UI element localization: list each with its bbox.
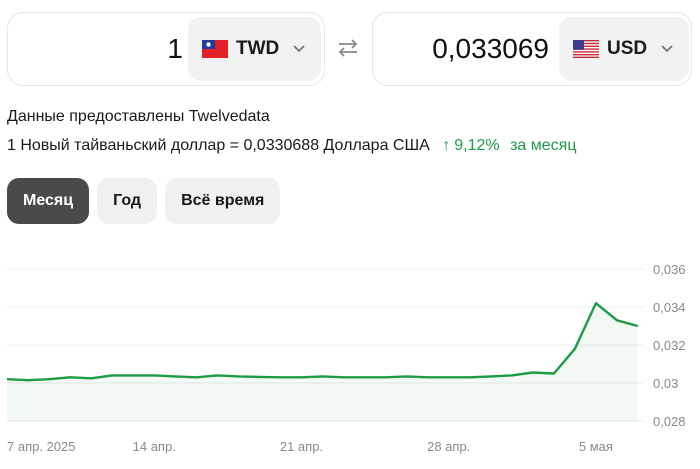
data-point: [47, 377, 51, 381]
x-tick-label: 7 апр. 2025: [7, 439, 76, 454]
data-point: [5, 377, 9, 381]
data-point: [236, 374, 240, 378]
data-point: [299, 375, 303, 379]
change-indicator: ↑ 9,12% за месяц: [442, 137, 576, 154]
from-converter: 1 TWD: [7, 12, 325, 86]
data-point: [26, 378, 30, 382]
swap-arrows-icon[interactable]: [337, 38, 359, 58]
x-tick-label: 28 апр.: [427, 439, 470, 454]
data-point: [468, 375, 472, 379]
x-tick-label: 21 апр.: [280, 439, 323, 454]
data-point: [89, 376, 93, 380]
from-amount-input[interactable]: 1: [18, 13, 183, 85]
to-currency-select[interactable]: USD: [559, 17, 689, 81]
data-point: [594, 301, 598, 305]
data-point: [68, 375, 72, 379]
data-point: [384, 375, 388, 379]
arrow-up-icon: ↑: [442, 137, 451, 154]
y-tick-label: 0,036: [653, 262, 686, 277]
from-currency-select[interactable]: TWD: [188, 17, 321, 81]
to-amount-input[interactable]: 0,033069: [383, 13, 549, 85]
data-point: [342, 375, 346, 379]
data-point: [215, 373, 219, 377]
data-point: [173, 374, 177, 378]
taiwan-flag-icon: [202, 40, 228, 58]
series-area: [7, 303, 638, 421]
period-all-time-button[interactable]: Всё время: [165, 178, 281, 224]
us-flag-icon: [573, 40, 599, 58]
data-point: [573, 347, 577, 351]
data-point: [615, 318, 619, 322]
chevron-down-icon: [661, 45, 673, 53]
data-point: [405, 374, 409, 378]
data-point: [152, 373, 156, 377]
series-line: [6, 302, 639, 382]
change-value: 9,12%: [454, 137, 500, 154]
to-converter: 0,033069 USD: [372, 12, 692, 86]
data-point: [257, 375, 261, 379]
period-year-button[interactable]: Год: [97, 178, 158, 224]
data-point: [110, 373, 114, 377]
data-point: [447, 375, 451, 379]
rate-text: 1 Новый тайваньский доллар = 0,0330688 Д…: [7, 137, 430, 154]
data-point: [321, 374, 325, 378]
data-point: [363, 375, 367, 379]
period-tabs: Месяц Год Всё время: [7, 178, 281, 224]
x-tick-label: 14 апр.: [133, 439, 176, 454]
data-point: [636, 324, 640, 328]
rate-chart: 0,036 0,034 0,032 0,03 0,028 7 апр. 2025 14 ап…: [5, 262, 686, 454]
data-point: [489, 374, 493, 378]
rate-line: 1 Новый тайваньский доллар = 0,0330688 Д…: [7, 137, 577, 155]
data-point: [552, 372, 556, 376]
data-point: [510, 373, 514, 377]
to-currency-code: USD: [607, 38, 648, 59]
data-point: [194, 375, 198, 379]
x-tick-label: 5 мая: [579, 439, 613, 454]
data-point: [426, 375, 430, 379]
data-source-text: Данные предоставлены Twelvedata: [7, 108, 270, 125]
data-point: [531, 371, 535, 375]
y-tick-label: 0,028: [653, 414, 686, 429]
change-period: за месяц: [510, 137, 577, 154]
data-point: [278, 375, 282, 379]
data-point: [131, 373, 135, 377]
y-tick-label: 0,03: [653, 376, 678, 391]
chevron-down-icon: [293, 45, 305, 53]
from-currency-code: TWD: [236, 38, 280, 59]
y-tick-label: 0,032: [653, 338, 686, 353]
period-month-button[interactable]: Месяц: [7, 178, 90, 224]
y-tick-label: 0,034: [653, 300, 686, 315]
